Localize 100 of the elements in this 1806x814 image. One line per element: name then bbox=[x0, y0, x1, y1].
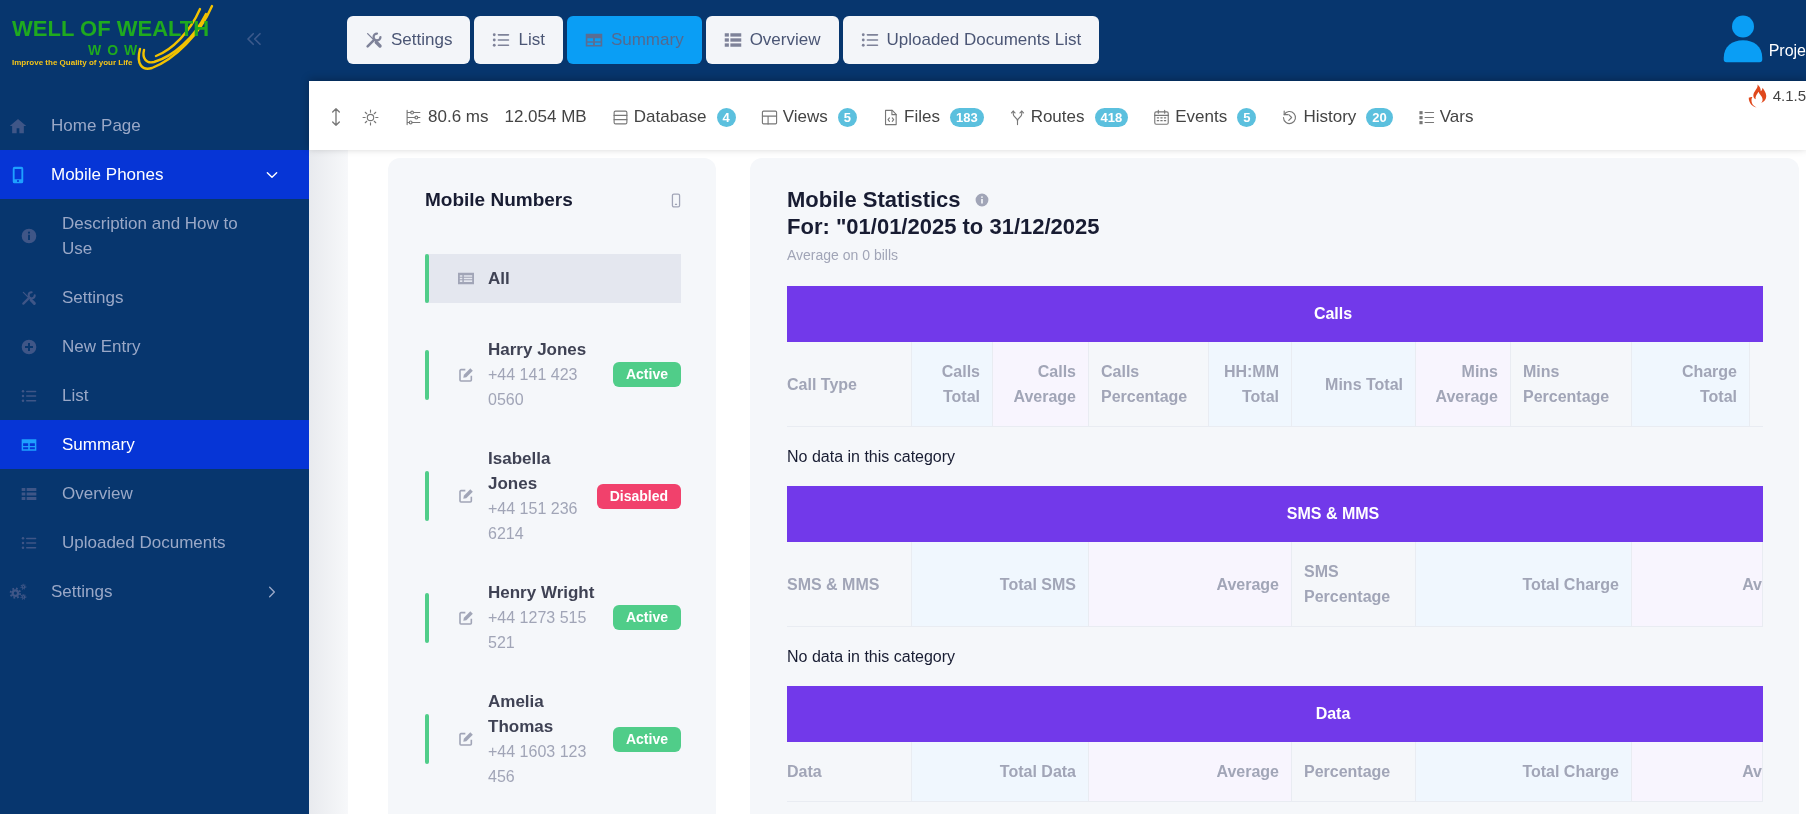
sidebar-item[interactable]: Summary bbox=[0, 420, 309, 469]
status-badge: Active bbox=[612, 726, 681, 752]
number-list-item[interactable]: All bbox=[425, 254, 681, 303]
column-header: Total Charge bbox=[1416, 542, 1632, 626]
date-range: For: "01/01/2025 to 31/12/2025 bbox=[787, 213, 1100, 240]
house-icon bbox=[9, 116, 27, 135]
logo-tagline: Improve the Quality of your Life bbox=[12, 58, 133, 68]
phone-number: +44 1273 515 521 bbox=[488, 608, 588, 653]
card-title: Mobile Statistics bbox=[787, 186, 961, 213]
list-icon bbox=[1417, 108, 1435, 126]
sidebar-item[interactable]: Mobile Phones bbox=[0, 150, 309, 199]
edit-icon[interactable] bbox=[458, 609, 474, 626]
tab[interactable]: List bbox=[474, 16, 563, 64]
table-icon bbox=[21, 436, 37, 453]
sidebar-item[interactable]: Home Page bbox=[0, 101, 309, 150]
column-header: HH:MM Total bbox=[1209, 342, 1292, 426]
sidebar-item[interactable]: New Entry bbox=[0, 322, 309, 371]
elapsed-time: 80.6 ms bbox=[428, 106, 489, 129]
toolbar-tab[interactable]: History 20 bbox=[1281, 104, 1393, 130]
number-list-item[interactable]: Amelia Thomas +44 1603 123 456 Active bbox=[425, 689, 681, 789]
sidebar-item[interactable]: List bbox=[0, 371, 309, 420]
toolbar-tab[interactable]: Database 4 bbox=[611, 104, 736, 130]
contact-name: Isabella Jones bbox=[488, 448, 552, 495]
column-header: Av bbox=[1632, 542, 1763, 626]
info-icon[interactable] bbox=[974, 192, 989, 207]
column-header: Total Charge bbox=[1416, 742, 1632, 801]
tools-icon bbox=[21, 289, 37, 306]
layout-icon bbox=[760, 108, 778, 126]
resize-arrows-icon[interactable] bbox=[330, 107, 342, 127]
calendar-icon bbox=[1153, 108, 1171, 126]
number-list-item[interactable]: Harry Jones +44 141 423 0560 Active bbox=[425, 337, 681, 412]
tab[interactable]: Uploaded Documents List bbox=[842, 16, 1100, 64]
sun-icon[interactable] bbox=[362, 108, 379, 126]
empty-message: No data in this category bbox=[787, 646, 956, 667]
accent-bar bbox=[425, 349, 429, 400]
code-file-icon bbox=[882, 108, 899, 126]
section-header-bar: Calls bbox=[787, 286, 1763, 342]
contact-name: Amelia Thomas bbox=[488, 691, 555, 738]
accent-bar bbox=[425, 254, 429, 303]
column-header: Calls Average bbox=[993, 342, 1089, 426]
section-header-bar: Data bbox=[787, 686, 1763, 742]
column-header: Total Data bbox=[912, 742, 1089, 801]
edit-icon[interactable] bbox=[458, 731, 474, 747]
phone-number: +44 151 236 6214 bbox=[488, 499, 579, 544]
toolbar-tab[interactable]: Vars bbox=[1417, 104, 1474, 130]
gears-icon bbox=[9, 582, 27, 601]
info-icon bbox=[21, 228, 37, 244]
count-badge: 183 bbox=[949, 107, 984, 127]
count-badge: 5 bbox=[837, 107, 857, 127]
toolbar-tab[interactable]: Views 5 bbox=[760, 104, 857, 130]
fork-arrows-icon bbox=[1008, 108, 1026, 126]
list-card-icon bbox=[458, 272, 474, 285]
card-title: Mobile Numbers bbox=[425, 188, 573, 212]
column-header: Average bbox=[1089, 742, 1292, 801]
column-header: Calls Total bbox=[912, 342, 993, 426]
column-header: Mins Average bbox=[1416, 342, 1511, 426]
column-header: Charge Total bbox=[1632, 342, 1750, 426]
sidebar-item[interactable]: Uploaded Documents bbox=[0, 518, 309, 567]
number-list-item[interactable]: Isabella Jones +44 151 236 6214 Disabled bbox=[425, 446, 681, 546]
table-icon bbox=[584, 31, 603, 49]
toolbar-tab[interactable]: Events 5 bbox=[1153, 104, 1257, 130]
tools-icon bbox=[365, 31, 383, 49]
list-icon bbox=[860, 31, 879, 49]
column-header: Mins Total bbox=[1292, 342, 1416, 426]
contact-name: Harry Jones bbox=[488, 339, 587, 361]
flame-icon bbox=[1747, 84, 1767, 108]
mobile-phone-icon bbox=[671, 192, 681, 208]
list-icon bbox=[21, 534, 37, 551]
sidebar-item[interactable]: Settings bbox=[0, 567, 309, 616]
rows-icon bbox=[21, 485, 37, 502]
sidebar-item[interactable]: Overview bbox=[0, 469, 309, 518]
user-name[interactable]: Proje bbox=[1768, 41, 1806, 61]
phone-number: +44 141 423 0560 bbox=[488, 365, 579, 410]
toolbar-tab[interactable]: Files 183 bbox=[882, 104, 984, 130]
rows-icon bbox=[723, 31, 742, 49]
status-badge: Disabled bbox=[596, 483, 681, 509]
count-badge: 5 bbox=[1237, 107, 1257, 127]
list-icon bbox=[21, 387, 37, 404]
accent-bar bbox=[425, 592, 429, 643]
empty-message: No data in this category bbox=[787, 446, 956, 467]
section-header-bar: SMS & MMS bbox=[787, 486, 1763, 542]
average-note: Average on 0 bills bbox=[787, 246, 899, 265]
table-rows-icon bbox=[611, 108, 629, 126]
number-list-item[interactable]: Henry Wright +44 1273 515 521 Active bbox=[425, 580, 681, 655]
count-badge: 418 bbox=[1094, 107, 1129, 127]
history-icon bbox=[1281, 108, 1299, 126]
edit-icon[interactable] bbox=[458, 488, 474, 504]
toolbar-tab[interactable]: Routes 418 bbox=[1008, 104, 1129, 130]
double-chevron-left-icon bbox=[245, 30, 263, 48]
sliders-icon bbox=[405, 108, 422, 126]
tab[interactable]: Settings bbox=[347, 16, 471, 64]
count-badge: 20 bbox=[1366, 107, 1393, 127]
contact-name: Henry Wright bbox=[488, 582, 595, 604]
version-text: 4.1.5 bbox=[1772, 86, 1806, 106]
tab[interactable]: Overview bbox=[705, 16, 839, 64]
accent-bar bbox=[425, 471, 429, 521]
status-badge: Active bbox=[612, 362, 681, 387]
sidebar-item[interactable]: Description and How to Use bbox=[0, 199, 309, 273]
sidebar-item[interactable]: Settings bbox=[0, 273, 309, 322]
edit-icon[interactable] bbox=[458, 366, 474, 383]
